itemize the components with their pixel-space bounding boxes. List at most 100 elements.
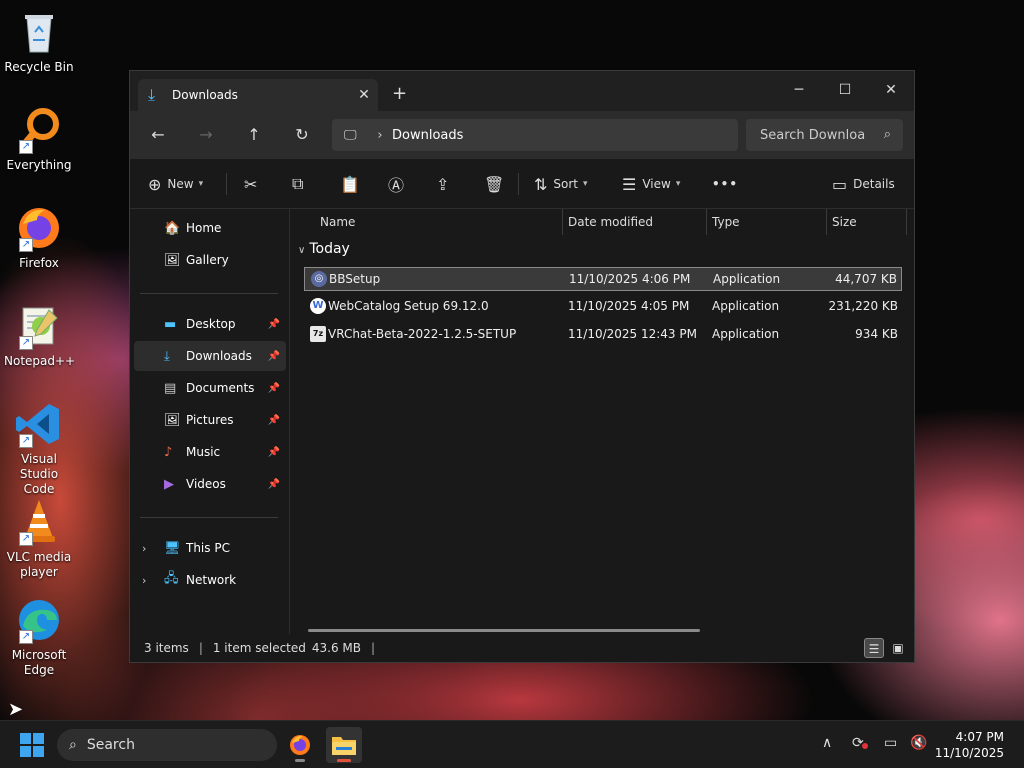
file-type: Application [712, 299, 780, 313]
network-icon: 🖧 [164, 571, 179, 586]
pin-icon[interactable]: 📌 [268, 415, 280, 426]
view-button[interactable]: ☰ View ▾ [622, 172, 680, 196]
delete-icon[interactable]: 🗑 [484, 172, 510, 196]
toolbar-divider [518, 173, 519, 195]
sidebar-item-home[interactable]: 🏠 Home [134, 213, 286, 243]
sidebar-item-network[interactable]: › 🖧 Network [134, 565, 286, 595]
chevron-right-icon[interactable]: › [142, 542, 146, 555]
desktop-icon-label: VLC media player [6, 550, 72, 579]
chevron-down-icon: ∨ [298, 245, 306, 256]
command-bar: ⊕ New ▾ ✂ ⧉ 📋 Ⓐ ⇪ 🗑 ⇅ Sort ▾ ☰ View ▾ ••… [130, 159, 914, 209]
maximize-button[interactable]: ☐ [822, 75, 868, 105]
new-button[interactable]: ⊕ New ▾ [148, 172, 203, 196]
file-name: VRChat-Beta-2022-1.2.5-SETUP [328, 327, 517, 341]
desktop-icon-notepad-plus-plus[interactable]: ↗ Notepad++ [4, 302, 75, 369]
sidebar-item-music[interactable]: ♪ Music 📌 [134, 437, 286, 467]
file-row-webcatalog[interactable]: W WebCatalog Setup 69.12.0 11/10/2025 4:… [304, 295, 902, 319]
sidebar-item-this-pc[interactable]: › 🖥 This PC [134, 533, 286, 563]
file-row-vrchat[interactable]: 7z VRChat-Beta-2022-1.2.5-SETUP 11/10/20… [304, 323, 902, 347]
breadcrumb-downloads[interactable]: Downloads [392, 128, 463, 143]
forward-arrow-icon[interactable]: → [192, 121, 220, 149]
windows-start-icon[interactable] [20, 733, 44, 757]
bbsetup-app-icon: ◎ [311, 271, 327, 287]
breadcrumb-chevron-icon: › [377, 127, 383, 143]
rename-icon[interactable]: Ⓐ [388, 172, 410, 196]
desktop-icon-firefox[interactable]: ↗ Firefox [4, 204, 74, 271]
desktop-icon-vlc[interactable]: ↗ VLC media player [4, 498, 74, 580]
file-name: BBSetup [329, 272, 381, 286]
taskbar-search-box[interactable]: ⌕ Search [57, 729, 277, 761]
pin-icon[interactable]: 📌 [268, 383, 280, 394]
file-date: 11/10/2025 4:05 PM [568, 299, 690, 313]
close-button[interactable]: ✕ [868, 75, 914, 105]
sidebar-item-pictures[interactable]: 🖼 Pictures 📌 [134, 405, 286, 435]
cut-icon[interactable]: ✂ [244, 172, 263, 196]
pin-icon[interactable]: 📌 [268, 447, 280, 458]
tab-close-icon[interactable]: ✕ [350, 87, 378, 103]
notepad-plus-plus-icon: ↗ [15, 302, 63, 350]
column-divider[interactable] [906, 209, 907, 235]
taskbar-firefox[interactable] [282, 727, 318, 763]
status-divider: | [198, 641, 203, 655]
pictures-icon: 🖼 [164, 412, 181, 428]
sidebar-item-label: Music [186, 445, 221, 459]
paste-icon[interactable]: 📋 [340, 172, 366, 196]
volume-muted-icon[interactable]: 🔇 [910, 735, 927, 751]
desktop-icon-label: Everything [6, 158, 72, 172]
tiles-view-icon[interactable]: ▣ [888, 638, 908, 658]
sidebar-item-documents[interactable]: ▤ Documents 📌 [134, 373, 286, 403]
pin-icon[interactable]: 📌 [268, 319, 280, 330]
address-bar[interactable]: 🖵 › Downloads [332, 119, 738, 151]
sync-status-icon[interactable]: ⟳ [852, 735, 868, 751]
minimize-button[interactable]: ─ [776, 75, 822, 105]
group-header-today[interactable]: ∨ Today [298, 241, 350, 257]
details-view-icon[interactable]: ☰ [864, 638, 884, 658]
chevron-right-icon[interactable]: › [142, 574, 146, 587]
download-arrow-icon: ⤓ [164, 348, 170, 364]
system-clock[interactable]: 4:07 PM 11/10/2025 [935, 729, 1004, 761]
file-row-bbsetup[interactable]: ◎ BBSetup 11/10/2025 4:06 PM Application… [304, 267, 902, 291]
desktop-icon-edge[interactable]: ↗ Microsoft Edge [4, 596, 74, 678]
vrchat-setup-icon: 7z [310, 326, 326, 342]
copy-icon[interactable]: ⧉ [292, 172, 309, 196]
sidebar-item-downloads[interactable]: ⤓ Downloads 📌 [134, 341, 286, 371]
sidebar-item-desktop[interactable]: ▬ Desktop 📌 [134, 309, 286, 339]
recycle-bin-icon [15, 8, 63, 56]
pin-icon[interactable]: 📌 [268, 479, 280, 490]
desktop-icon-recycle-bin[interactable]: Recycle Bin [4, 8, 74, 75]
toolbar-divider [226, 173, 227, 195]
column-header-name[interactable]: Name [320, 209, 355, 235]
new-tab-button[interactable]: + [392, 83, 407, 104]
shortcut-arrow-icon: ↗ [19, 336, 33, 350]
sidebar-item-label: Pictures [186, 413, 234, 427]
chevron-up-icon[interactable]: ∧ [822, 735, 832, 751]
column-divider[interactable] [706, 209, 707, 235]
sidebar-item-gallery[interactable]: 🖼 Gallery [134, 245, 286, 275]
pin-icon[interactable]: 📌 [268, 351, 280, 362]
sidebar-item-label: Videos [186, 477, 226, 491]
sort-button[interactable]: ⇅ Sort ▾ [534, 172, 588, 196]
display-icon[interactable]: ▭ [884, 735, 897, 751]
desktop-icon-vscode[interactable]: ↗ Visual Studio Code [4, 400, 74, 497]
up-arrow-icon[interactable]: ↑ [240, 121, 268, 149]
details-pane-button[interactable]: ▭ Details [832, 172, 895, 196]
column-header-date-modified[interactable]: Date modified [568, 209, 653, 235]
horizontal-scrollbar[interactable] [308, 629, 700, 632]
back-arrow-icon[interactable]: ← [144, 121, 172, 149]
chevron-down-icon: ▾ [675, 179, 681, 189]
column-header-type[interactable]: Type [712, 209, 740, 235]
search-box[interactable]: Search Downloa ⌕ [746, 119, 903, 151]
sidebar-item-label: This PC [186, 541, 230, 555]
shortcut-arrow-icon: ↗ [19, 238, 33, 252]
refresh-icon[interactable]: ↻ [288, 121, 316, 149]
taskbar-file-explorer[interactable] [326, 727, 362, 763]
tab-downloads[interactable]: ⤓ Downloads ✕ [138, 79, 378, 111]
column-divider[interactable] [826, 209, 827, 235]
column-divider[interactable] [562, 209, 563, 235]
more-options-icon[interactable]: ••• [712, 172, 738, 196]
sidebar-item-videos[interactable]: ▶ Videos 📌 [134, 469, 286, 499]
shortcut-arrow-icon: ↗ [19, 434, 33, 448]
desktop-icon-everything[interactable]: ↗ Everything [4, 106, 74, 173]
column-header-size[interactable]: Size [832, 209, 857, 235]
share-icon[interactable]: ⇪ [436, 172, 455, 196]
